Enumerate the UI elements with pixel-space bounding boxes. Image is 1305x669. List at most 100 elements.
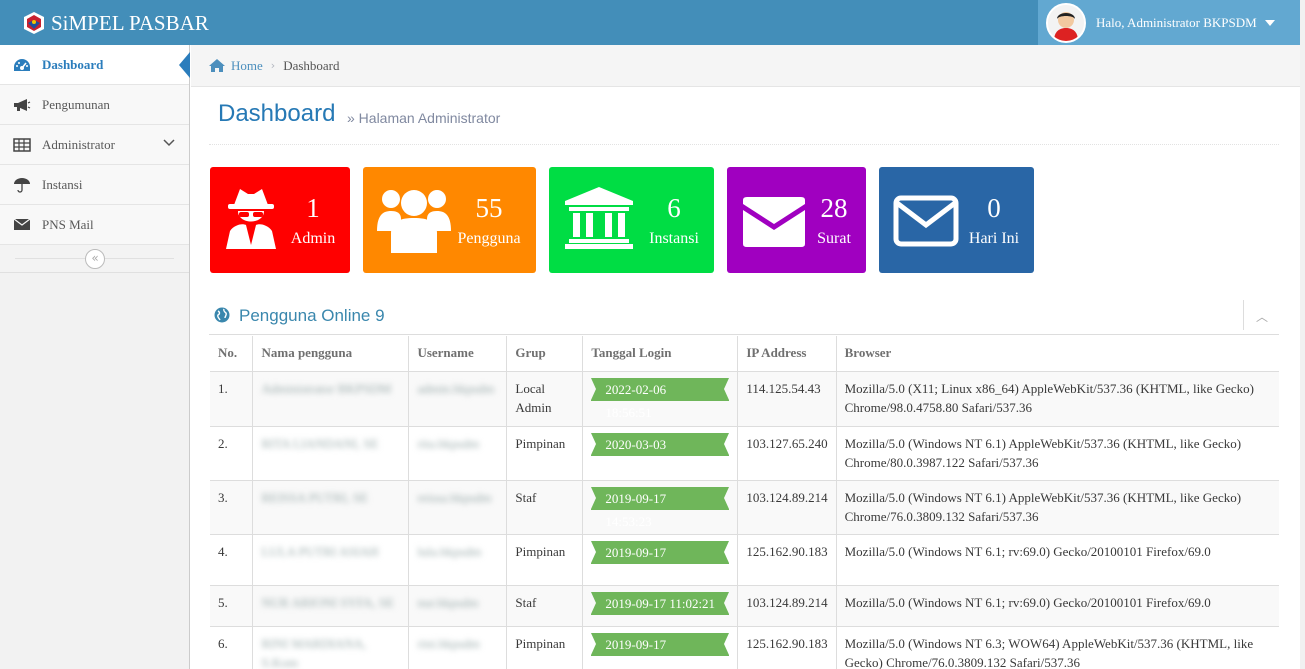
column-header-login-date[interactable]: Tanggal Login	[582, 336, 738, 371]
column-header-no[interactable]: No.	[210, 336, 253, 371]
chevron-down-icon	[163, 139, 175, 147]
chevron-right-icon: ›	[270, 59, 276, 72]
online-users-widget-header: Pengguna Online 9 ︿	[209, 298, 1279, 335]
table-row: 3. REISSA PUTRI, SE reissa.bkpsdm Staf 2…	[210, 479, 1279, 534]
cell-group: Staf	[506, 479, 583, 534]
cell-no: 6.	[210, 625, 253, 669]
stat-value: 6	[667, 193, 681, 223]
stat-value: 55	[475, 193, 503, 223]
widget-title: Pengguna Online 9	[239, 306, 385, 325]
cell-name: RINI MARDIANA, S.Kom	[261, 635, 367, 669]
stat-surat[interactable]: 28 Surat	[727, 167, 866, 273]
table-header-row: No. Nama pengguna Username Grup Tanggal …	[210, 336, 1279, 371]
cell-group: Local Admin	[506, 370, 583, 426]
cell-username: reissa.bkpsdm	[417, 489, 492, 505]
stat-pengguna[interactable]: 55 Pengguna	[363, 167, 536, 273]
login-time-badge: 2019-09-17 12:36:12	[591, 540, 730, 583]
sidebar-item-pengumunan[interactable]: Pengumunan	[0, 85, 189, 125]
cell-browser: Mozilla/5.0 (X11; Linux x86_64) AppleWeb…	[835, 370, 1279, 426]
cell-name: LULA PUTRI ASIAH	[261, 543, 379, 559]
cell-name: RITA LIANDANI, SE	[261, 435, 379, 451]
stat-value: 28	[820, 193, 848, 223]
page-title: Dashboard	[218, 100, 336, 127]
cell-group: Pimpinan	[506, 625, 583, 669]
avatar	[1046, 2, 1086, 43]
online-users-table: No. Nama pengguna Username Grup Tanggal …	[210, 336, 1279, 669]
login-time-badge: 2019-09-17 10:47:29	[591, 632, 730, 669]
cell-no: 2.	[210, 425, 253, 480]
umbrella-icon	[12, 177, 32, 193]
envelope-outline-icon	[893, 195, 959, 247]
cell-no: 4.	[210, 533, 253, 585]
column-header-username[interactable]: Username	[408, 336, 507, 371]
caret-down-icon	[1264, 19, 1275, 26]
cell-username: lula.bkpsdm	[417, 543, 482, 559]
home-icon[interactable]	[208, 58, 226, 73]
column-header-browser[interactable]: Browser	[835, 336, 1279, 371]
sidebar-item-label: PNS Mail	[42, 216, 94, 232]
cell-browser: Mozilla/5.0 (Windows NT 6.1) AppleWebKit…	[835, 425, 1279, 480]
stat-instansi[interactable]: 6 Instansi	[549, 167, 714, 273]
sidebar: Dashboard Pengumunan Administrator Insta…	[0, 45, 190, 669]
cell-browser: Mozilla/5.0 (Windows NT 6.1; rv:69.0) Ge…	[835, 584, 1279, 626]
cell-name: NUR ARIONI SYFA, SE	[261, 594, 395, 610]
cell-username: admin.bkpsdm	[417, 380, 495, 396]
users-icon	[377, 190, 451, 253]
window-scrollbar[interactable]	[1300, 0, 1305, 669]
breadcrumb-home-link[interactable]: Home	[231, 58, 263, 74]
user-avatar-icon	[1048, 4, 1084, 41]
envelope-icon	[12, 217, 32, 233]
sidebar-item-label: Dashboard	[42, 56, 104, 72]
stat-value: 1	[306, 193, 320, 223]
cell-browser: Mozilla/5.0 (Windows NT 6.3; WOW64) Appl…	[835, 625, 1279, 669]
user-greeting: Halo, Administrator BKPSDM	[1096, 14, 1257, 30]
cell-ip: 103.124.89.214	[737, 584, 837, 626]
stat-label: Instansi	[649, 230, 699, 247]
table-row: 4. LULA PUTRI ASIAH lula.bkpsdm Pimpinan…	[210, 533, 1279, 585]
cell-group: Pimpinan	[506, 425, 583, 480]
column-header-name[interactable]: Nama pengguna	[252, 336, 409, 371]
table-icon	[12, 137, 32, 153]
sidebar-item-dashboard[interactable]: Dashboard	[0, 45, 190, 85]
cell-username: rini.bkpsdm	[417, 635, 480, 651]
sidebar-item-label: Pengumunan	[42, 96, 110, 112]
page-subtitle: » Halaman Administrator	[347, 110, 501, 126]
stat-label: Surat	[817, 230, 851, 247]
column-header-ip[interactable]: IP Address	[737, 336, 837, 371]
cell-group: Pimpinan	[506, 533, 583, 585]
cell-no: 1.	[210, 370, 253, 426]
app-name: SiMPEL PASBAR	[51, 10, 209, 35]
sidebar-item-label: Instansi	[42, 176, 83, 192]
cell-browser: Mozilla/5.0 (Windows NT 6.1) AppleWebKit…	[835, 479, 1279, 534]
brand[interactable]: SiMPEL PASBAR	[22, 9, 209, 37]
sidebar-item-administrator[interactable]: Administrator	[0, 125, 189, 165]
tachometer-icon	[12, 57, 32, 73]
login-time-badge: 2022-02-06 18:56:51	[591, 377, 730, 420]
cell-username: rita.bkpsdm	[417, 435, 480, 451]
column-header-group[interactable]: Grup	[506, 336, 583, 371]
sidebar-collapse-bar: «	[0, 245, 189, 273]
stat-label: Hari Ini	[968, 230, 1020, 247]
page-header: Dashboard » Halaman Administrator	[209, 88, 1279, 145]
stat-admin[interactable]: 1 Admin	[210, 167, 350, 273]
stat-value: 0	[987, 193, 1001, 223]
login-time-badge: 2020-03-03 14:47:47	[591, 432, 730, 475]
login-time-badge: 2019-09-17 14:53:23	[591, 486, 730, 529]
stat-hari-ini[interactable]: 0 Hari Ini	[879, 167, 1034, 273]
table-row: 5. NUR ARIONI SYFA, SE nur.bkpsdm Staf 2…	[210, 584, 1279, 626]
sidebar-item-instansi[interactable]: Instansi	[0, 165, 189, 205]
sidebar-item-pns-mail[interactable]: PNS Mail	[0, 205, 189, 245]
cell-group: Staf	[506, 584, 583, 626]
cell-username: nur.bkpsdm	[417, 594, 479, 610]
user-menu[interactable]: Halo, Administrator BKPSDM	[1038, 0, 1300, 45]
bank-icon	[565, 187, 633, 249]
cell-ip: 125.162.90.183	[737, 533, 837, 585]
sidebar-collapse-icon[interactable]: «	[85, 249, 105, 269]
login-time-badge: 2019-09-17 11:02:21	[591, 591, 730, 615]
cell-no: 5.	[210, 584, 253, 626]
breadcrumb-current: Dashboard	[283, 57, 340, 73]
app-logo-icon	[24, 12, 44, 34]
widget-collapse-button[interactable]: ︿	[1243, 300, 1279, 330]
sidebar-item-label: Administrator	[42, 136, 115, 152]
cell-no: 3.	[210, 479, 253, 534]
